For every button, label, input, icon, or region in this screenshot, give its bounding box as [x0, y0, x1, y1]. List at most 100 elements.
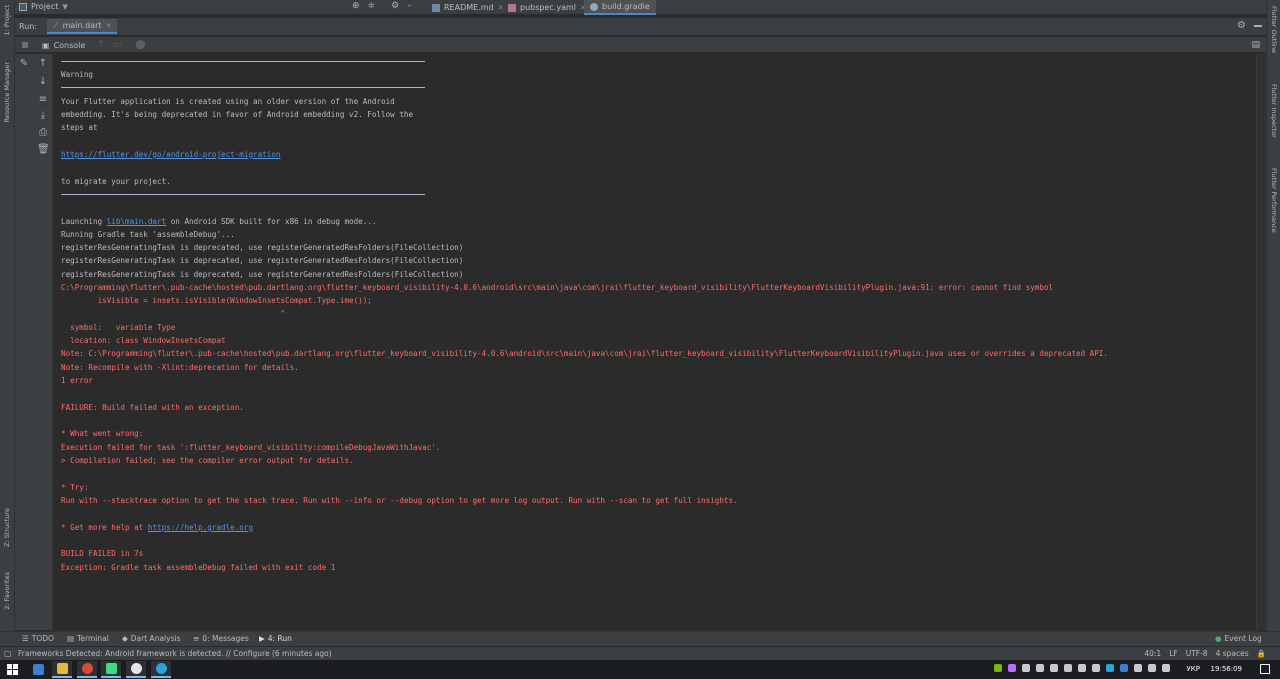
project-view-selector[interactable]: Project ▼: [19, 2, 68, 11]
project-tool-button[interactable]: 1: Project: [3, 5, 11, 36]
pin-icon[interactable]: ✎: [18, 58, 30, 69]
caret-position[interactable]: 40:1: [1144, 649, 1161, 658]
dart-analysis-tool-button[interactable]: ◆ Dart Analysis: [122, 634, 180, 643]
trash-icon[interactable]: 🗑: [37, 144, 50, 155]
gear-icon[interactable]: ⚙: [391, 1, 399, 11]
terminal-tool-button[interactable]: ▤ Terminal: [67, 634, 109, 643]
tab-readme[interactable]: README.md ✕: [426, 0, 510, 15]
line-separator[interactable]: LF: [1169, 649, 1178, 658]
messages-label: 0: Messages: [202, 634, 249, 643]
steam-tray-icon[interactable]: [1036, 664, 1044, 672]
lock-icon[interactable]: 🔒: [1257, 649, 1266, 658]
indent-setting[interactable]: 4 spaces: [1216, 649, 1249, 658]
nvidia-icon[interactable]: [994, 664, 1002, 672]
print-icon[interactable]: ⎙: [37, 127, 49, 138]
failure-line: FAILURE: Build failed with an exception.: [61, 403, 244, 412]
system-clock[interactable]: 19:56:09: [1211, 665, 1242, 673]
tray-app-icon[interactable]: [1078, 664, 1086, 672]
status-bar: ▢ Frameworks Detected: Android framework…: [0, 646, 1280, 660]
tool-windows-bar: ☰ TODO ▤ Terminal ◆ Dart Analysis ≡ 0: M…: [0, 631, 1280, 646]
gradle-help-link[interactable]: https://help.gradle.org: [148, 523, 253, 532]
taskbar-explorer[interactable]: [52, 661, 72, 678]
main-dart-link[interactable]: lib\main.dart: [107, 217, 166, 226]
stop-icon[interactable]: [22, 42, 28, 48]
tab-pubspec[interactable]: pubspec.yaml ✕: [502, 0, 592, 15]
locate-icon[interactable]: ⊕: [352, 1, 360, 11]
arrow-up-icon[interactable]: ⇡: [97, 40, 105, 50]
tray-app-icon[interactable]: [1022, 664, 1030, 672]
arrow-down-icon[interactable]: ↓: [37, 76, 49, 87]
project-icon: [19, 2, 27, 11]
todo-label: TODO: [31, 634, 54, 643]
vertical-scrollbar[interactable]: [1256, 54, 1266, 630]
dart-analysis-label: Dart Analysis: [130, 634, 181, 643]
project-label: Project: [31, 2, 59, 11]
telegram-tray-icon[interactable]: [1106, 664, 1114, 672]
debug-icon[interactable]: ⬤: [135, 40, 145, 50]
settings-gear-icon[interactable]: ⚙: [1237, 20, 1246, 31]
status-message[interactable]: Frameworks Detected: Android framework i…: [18, 649, 332, 658]
editor-tab-bar: Project ▼ ⊕ ≑ ⚙ – README.md ✕ pubspec.ya…: [0, 0, 1280, 15]
volume-icon[interactable]: [1134, 664, 1142, 672]
console-output[interactable]: Warning Your Flutter application is crea…: [53, 54, 1266, 630]
bluetooth-icon[interactable]: [1120, 664, 1128, 672]
migration-link[interactable]: https://flutter.dev/go/android-project-m…: [61, 150, 280, 160]
scroll-to-end-icon[interactable]: ⤓: [37, 110, 49, 121]
error-line: > Compilation failed; see the compiler e…: [61, 456, 354, 465]
favorites-tool-button[interactable]: 2: Favorites: [3, 572, 11, 610]
error-line: 1 error: [61, 376, 94, 385]
taskbar-chrome[interactable]: [77, 661, 97, 678]
todo-tool-button[interactable]: ☰ TODO: [22, 634, 54, 643]
error-line: * Try:: [61, 483, 89, 492]
flutter-performance-tool-button[interactable]: Flutter Performance: [1270, 168, 1278, 233]
soft-wrap-icon[interactable]: ≡: [37, 94, 49, 105]
tab-build-gradle[interactable]: build.gradle: [584, 0, 656, 15]
network-icon[interactable]: [1148, 664, 1156, 672]
messages-icon: ≡: [193, 634, 200, 643]
taskbar-android-studio[interactable]: [101, 661, 121, 678]
tray-app-icon[interactable]: [1092, 664, 1100, 672]
tray-app-icon[interactable]: [1008, 664, 1016, 672]
keyboard-icon[interactable]: [1162, 664, 1170, 672]
console-label: Console: [53, 40, 86, 50]
notifications-icon[interactable]: [1260, 664, 1270, 674]
left-tool-stripe: 1: Project Resource Manager Z: Structure…: [0, 0, 15, 660]
toggle-panel-icon[interactable]: ▢: [4, 649, 12, 658]
run-config-tab[interactable]: ⟋ main.dart ✕: [47, 19, 118, 34]
restore-layout-icon[interactable]: ▭: [113, 40, 122, 50]
arrow-up-icon[interactable]: ↑: [37, 58, 49, 69]
console-header: ▣ Console ⇡ ▭ ⬤ ▤: [15, 37, 1266, 53]
minimize-icon[interactable]: –: [407, 1, 412, 11]
launching-prefix: Launching: [61, 217, 107, 226]
event-log-tool-button[interactable]: ● Event Log: [1215, 634, 1262, 643]
error-line: BUILD FAILED in 7s: [61, 549, 144, 558]
layout-icon[interactable]: ▤: [1251, 40, 1260, 50]
start-button[interactable]: [2, 661, 22, 678]
file-encoding[interactable]: UTF-8: [1186, 649, 1208, 658]
console-line: steps at: [61, 123, 98, 132]
console-line: embedding. It's being deprecated in favo…: [61, 110, 414, 119]
resource-manager-tool-button[interactable]: Resource Manager: [3, 62, 11, 122]
status-widgets: 40:1 LF UTF-8 4 spaces 🔒: [1144, 649, 1266, 658]
flutter-inspector-tool-button[interactable]: Flutter Inspector: [1270, 84, 1278, 138]
flutter-outline-tool-button[interactable]: Flutter Outline: [1270, 6, 1278, 53]
taskbar-steam[interactable]: [126, 661, 146, 678]
taskbar-desktop[interactable]: [28, 661, 48, 678]
terminal-icon: ▤: [67, 634, 75, 643]
run-tool-button[interactable]: ▶ 4: Run: [259, 634, 292, 643]
discord-icon[interactable]: [1064, 664, 1072, 672]
console-icon: ▣: [42, 40, 50, 50]
android-studio-icon: [105, 663, 117, 674]
console-line: registerResGeneratingTask is deprecated,…: [61, 270, 464, 279]
input-language[interactable]: УКР: [1187, 665, 1200, 673]
taskbar-telegram[interactable]: [151, 661, 171, 678]
close-icon[interactable]: ✕: [106, 22, 112, 30]
structure-tool-button[interactable]: Z: Structure: [3, 508, 11, 547]
error-line: * What went wrong:: [61, 429, 144, 438]
windows-taskbar: УКР 19:56:09: [0, 660, 1280, 679]
hide-icon[interactable]: [1254, 25, 1262, 27]
cloud-icon[interactable]: [1050, 664, 1058, 672]
console-tab[interactable]: ▣ Console ⇡ ▭ ⬤: [42, 40, 145, 50]
messages-tool-button[interactable]: ≡ 0: Messages: [193, 634, 249, 643]
collapse-icon[interactable]: ≑: [368, 1, 376, 11]
